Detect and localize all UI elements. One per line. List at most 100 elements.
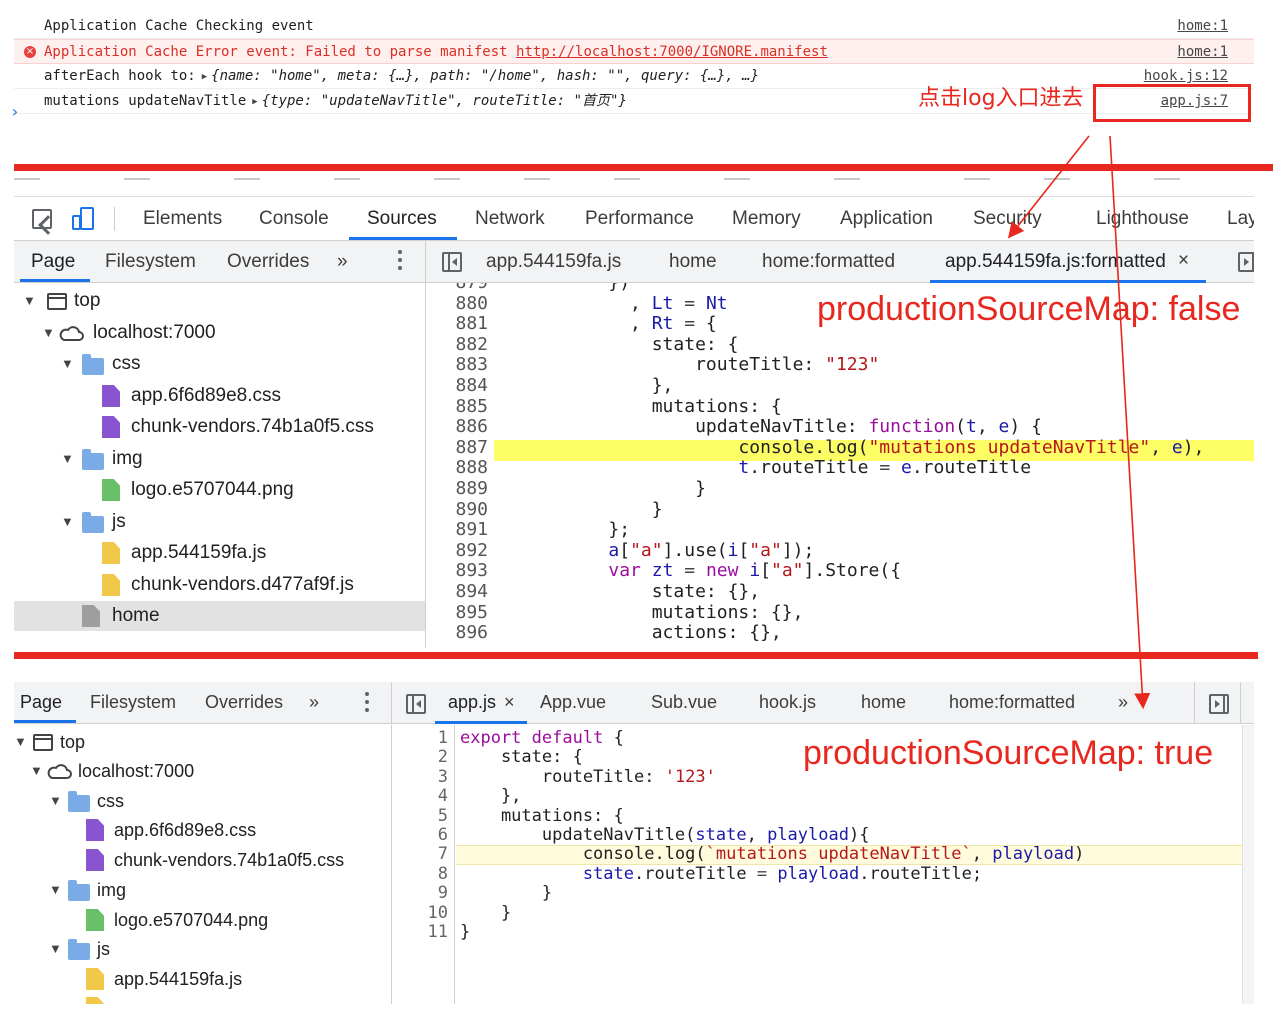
nav-tab-page[interactable]: Page — [31, 251, 75, 273]
tree-item-file[interactable]: chunk-vendors.d477af9f.js — [14, 570, 425, 600]
file-tab-active[interactable]: app.544159fa.js:formatted — [945, 251, 1166, 273]
tab-performance[interactable]: Performance — [585, 208, 694, 230]
console-prompt[interactable]: › — [10, 102, 20, 121]
line-number[interactable]: 5 — [392, 806, 448, 826]
expand-triangle-icon[interactable]: ▶ — [202, 72, 207, 82]
tree-item-folder[interactable]: ▼ css — [14, 786, 391, 816]
toggle-debugger-icon[interactable] — [1209, 694, 1229, 714]
line-number[interactable]: 3 — [392, 767, 448, 787]
line-number[interactable]: 889 — [426, 478, 488, 500]
code-editor[interactable]: 8798808818828838848858868878888898908918… — [426, 283, 1254, 648]
line-number[interactable]: 886 — [426, 417, 488, 438]
file-tab[interactable]: home:formatted — [762, 251, 895, 273]
line-number[interactable]: 891 — [426, 520, 488, 541]
more-options-icon[interactable] — [398, 250, 402, 274]
expand-arrow-icon: ▼ — [61, 514, 74, 529]
line-number[interactable]: 888 — [426, 458, 488, 479]
file-tab[interactable]: App.vue — [540, 692, 606, 713]
line-number[interactable]: 887 — [426, 437, 488, 459]
console-source-link[interactable]: home:1 — [1177, 14, 1228, 38]
line-number[interactable]: 6 — [392, 825, 448, 845]
vertical-scrollbar[interactable] — [1242, 725, 1254, 1004]
tab-elements[interactable]: Elements — [143, 208, 222, 230]
file-tab-active[interactable]: app.js — [448, 692, 496, 713]
tree-item-folder[interactable]: ▼ js — [14, 507, 425, 537]
tab-application[interactable]: Application — [840, 208, 933, 230]
tree-item-folder[interactable]: ▼ js — [14, 934, 391, 964]
file-tab[interactable]: app.544159fa.js — [486, 251, 621, 273]
tree-item-file[interactable]: logo.e5707044.png — [14, 905, 391, 935]
tab-memory[interactable]: Memory — [732, 208, 801, 230]
file-tab[interactable]: home — [861, 692, 906, 713]
expand-arrow-icon: ▼ — [23, 293, 36, 308]
line-number[interactable]: 882 — [426, 334, 488, 356]
tree-item-folder[interactable]: ▼ img — [14, 875, 391, 905]
tab-layers[interactable]: Lay — [1227, 208, 1254, 230]
tree-item-file[interactable]: app.544159fa.js — [14, 964, 391, 994]
tab-sources[interactable]: Sources — [367, 208, 437, 230]
toggle-navigator-icon[interactable] — [442, 252, 462, 272]
tab-lighthouse[interactable]: Lighthouse — [1096, 208, 1189, 230]
line-number[interactable]: 10 — [392, 903, 448, 923]
line-number[interactable]: 896 — [426, 622, 488, 644]
line-number[interactable]: 884 — [426, 375, 488, 397]
line-number[interactable]: 895 — [426, 602, 488, 624]
nav-tab-filesystem[interactable]: Filesystem — [90, 692, 176, 713]
toggle-debugger-icon[interactable] — [1238, 252, 1254, 272]
more-tabs-chevron-icon[interactable]: » — [337, 251, 348, 273]
tree-item-file[interactable]: app.6f6d89e8.css — [14, 815, 391, 845]
toggle-navigator-icon[interactable] — [406, 694, 426, 714]
file-tab[interactable]: hook.js — [759, 692, 816, 713]
line-number[interactable]: 9 — [392, 883, 448, 903]
line-number[interactable]: 894 — [426, 581, 488, 603]
tree-item-origin[interactable]: ▼ localhost:7000 — [14, 318, 425, 348]
close-tab-icon[interactable]: × — [504, 692, 515, 713]
tab-console[interactable]: Console — [259, 208, 329, 230]
close-tab-icon[interactable]: × — [1178, 250, 1189, 272]
nav-tab-filesystem[interactable]: Filesystem — [105, 251, 196, 273]
tree-item-folder[interactable]: ▼ css — [14, 349, 425, 379]
line-number[interactable]: 8 — [392, 864, 448, 884]
line-number[interactable]: 7 — [392, 845, 448, 865]
line-number[interactable]: 881 — [426, 314, 488, 335]
tree-item-top[interactable]: ▼ top — [14, 286, 425, 316]
line-number[interactable]: 4 — [392, 786, 448, 806]
tree-item-folder[interactable]: ▼ img — [14, 444, 425, 474]
line-number[interactable]: 879 — [426, 283, 488, 294]
line-number[interactable]: 883 — [426, 355, 488, 376]
tree-item-file-selected[interactable]: home — [14, 601, 425, 631]
tree-item-file[interactable]: app.544159fa.js — [14, 538, 425, 568]
expand-triangle-icon[interactable]: ▶ — [252, 97, 257, 107]
file-tab[interactable]: home — [669, 251, 717, 273]
tree-item-file[interactable]: logo.e5707044.png — [14, 475, 425, 505]
line-number[interactable]: 890 — [426, 499, 488, 521]
more-tabs-chevron-icon[interactable]: » — [309, 692, 319, 713]
tree-item-top[interactable]: ▼ top — [14, 727, 391, 757]
line-number[interactable]: 11 — [392, 922, 448, 942]
more-options-icon[interactable] — [365, 692, 369, 716]
nav-tab-overrides[interactable]: Overrides — [205, 692, 283, 713]
tab-security[interactable]: Security — [973, 208, 1042, 230]
console-object[interactable]: {name: "home", meta: {…}, path: "/home",… — [211, 68, 759, 84]
line-number[interactable]: 880 — [426, 293, 488, 315]
manifest-link[interactable]: http://localhost:7000/IGNORE.manifest — [516, 44, 828, 60]
nav-tab-page[interactable]: Page — [20, 692, 62, 713]
line-number[interactable]: 893 — [426, 561, 488, 582]
nav-tab-overrides[interactable]: Overrides — [227, 251, 309, 273]
tree-item-file[interactable]: app.6f6d89e8.css — [14, 381, 425, 411]
line-number[interactable]: 885 — [426, 396, 488, 418]
tab-network[interactable]: Network — [475, 208, 545, 230]
file-tab[interactable]: home:formatted — [949, 692, 1075, 713]
console-object[interactable]: {type: "updateNavTitle", routeTitle: "首页… — [262, 93, 627, 109]
file-tab[interactable]: Sub.vue — [651, 692, 717, 713]
tree-item-origin[interactable]: ▼ localhost:7000 — [14, 756, 391, 786]
inspect-element-icon[interactable] — [32, 209, 52, 229]
line-number[interactable]: 1 — [392, 728, 448, 748]
device-toolbar-icon[interactable] — [72, 207, 94, 231]
tree-item-file[interactable]: chunk-vendors.74b1a0f5.css — [14, 845, 391, 875]
line-number[interactable]: 2 — [392, 747, 448, 767]
console-source-link[interactable]: home:1 — [1177, 40, 1228, 64]
line-number[interactable]: 892 — [426, 540, 488, 562]
tree-item-file[interactable]: chunk-vendors.74b1a0f5.css — [14, 412, 425, 442]
more-files-chevron-icon[interactable]: » — [1118, 692, 1128, 713]
